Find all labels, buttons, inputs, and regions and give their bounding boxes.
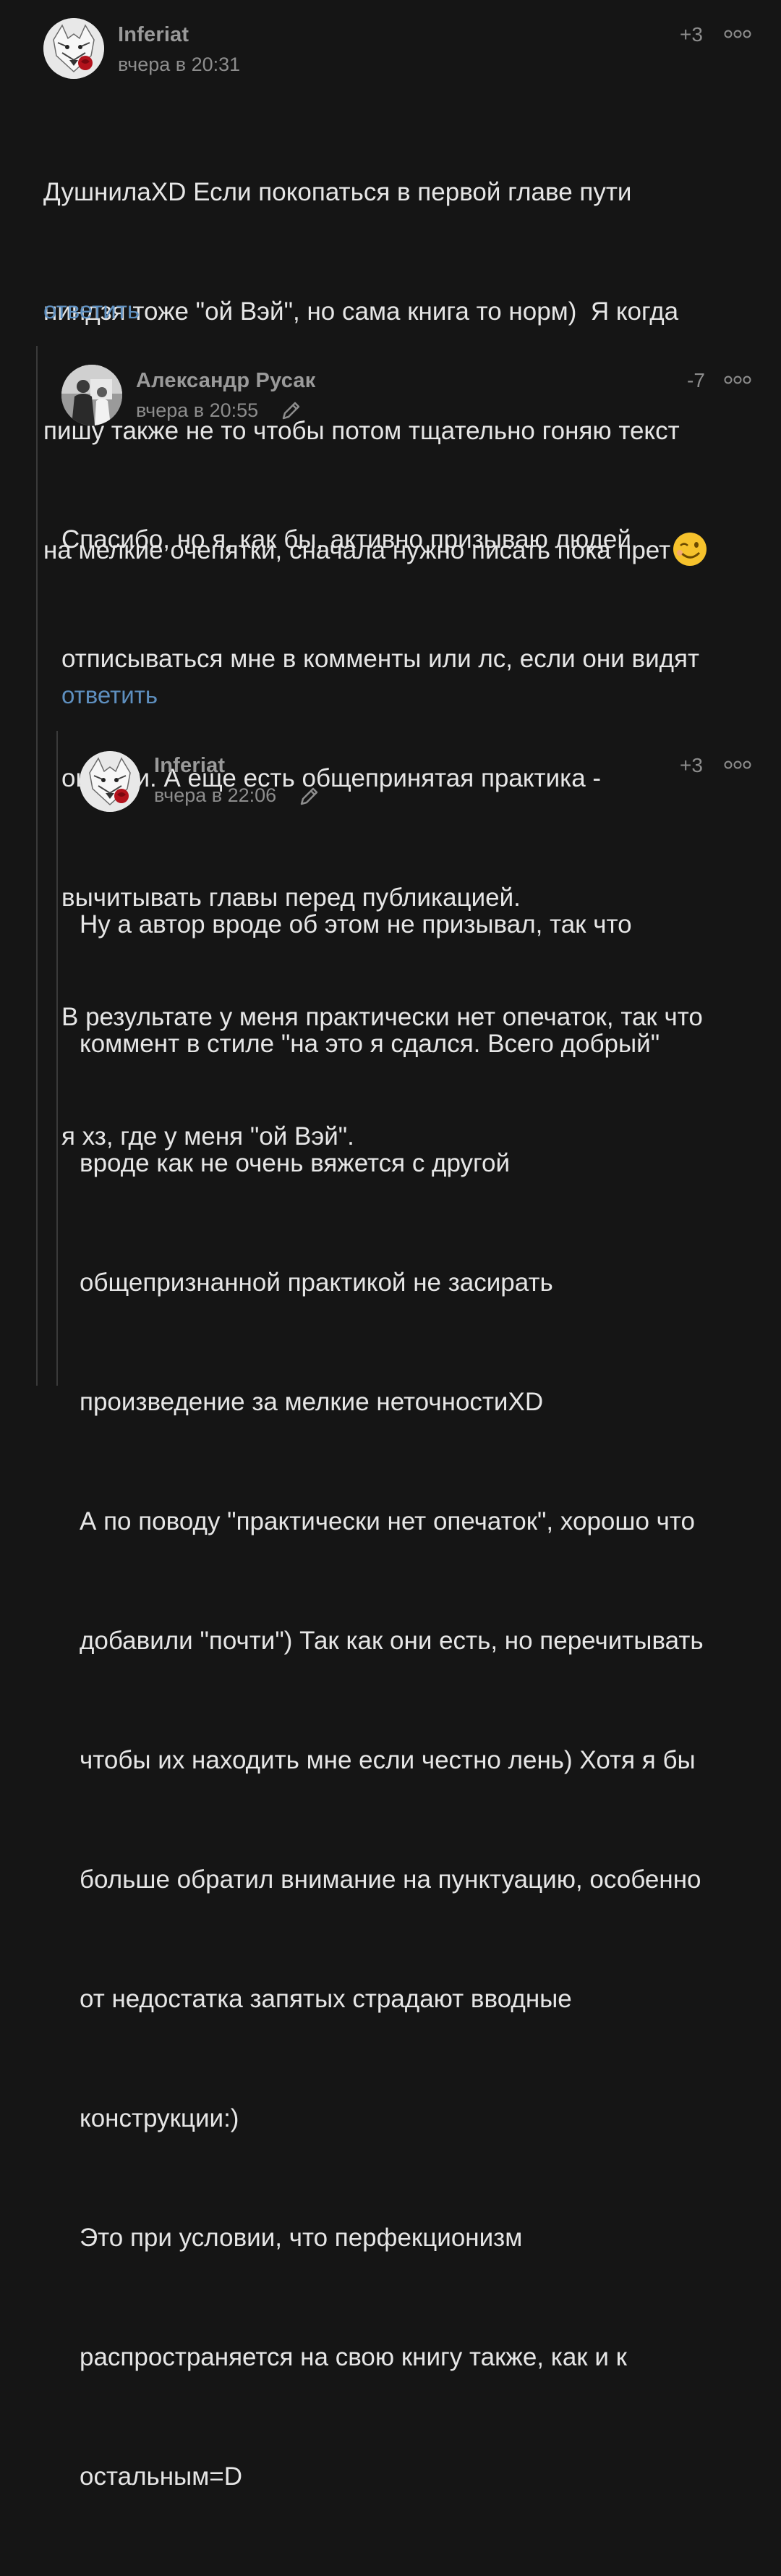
photo-avatar-icon[interactable] (61, 365, 122, 425)
comment-line: отписываться мне в комменты или лс, если… (61, 645, 700, 673)
author-name[interactable]: Inferiat (118, 23, 189, 47)
comment-line: конструкции:) (80, 2104, 239, 2132)
comment: Александр Русак вчера в 20:55 -7 Спасибо… (0, 346, 781, 1151)
more-options-icon[interactable] (723, 29, 752, 39)
comment-line: чтобы их находить мне если честно лень) … (80, 1746, 696, 1774)
more-options-icon[interactable] (723, 375, 752, 385)
comment-line: распространяется на свою книгу также, ка… (80, 2343, 627, 2371)
comment-line: Это при условии, что перфекционизм (80, 2224, 523, 2252)
comment-timestamp[interactable]: вчера в 20:55 (136, 399, 258, 422)
comment-line: произведение за мелкие неточностиXD (80, 1388, 544, 1416)
comment-timestamp[interactable]: вчера в 22:06 (154, 784, 276, 807)
comment-body: Ну а автор вроде об этом не призывал, та… (80, 825, 774, 2576)
comment-rating: +3 (680, 754, 703, 776)
comment-line: ДушнилаXD Если покопаться в первой главе… (43, 178, 632, 206)
comment: Inferiat вчера в 20:31 +3 ДушнилаXD Если… (0, 0, 781, 566)
comment-line: остальным=D (80, 2462, 242, 2491)
comment-line: больше обратил внимание на пунктуацию, о… (80, 1865, 701, 1894)
comment-line: Спасибо, но я, как бы, активно призываю … (61, 525, 631, 554)
comment-line: Ну а автор вроде об этом не призывал, та… (80, 910, 632, 939)
more-options-icon[interactable] (723, 760, 752, 770)
comment-line: А по поводу "практически нет опечаток", … (80, 1507, 695, 1535)
comment-line: общепризнанной практикой не засирать (80, 1268, 553, 1297)
comment-rating: +3 (680, 23, 703, 46)
wolf-rose-avatar-icon[interactable] (80, 751, 140, 812)
comment-line: добавили "почти") Так как они есть, но п… (80, 1627, 704, 1655)
comment-line: ниндзя тоже "ой Вэй", но сама книга то н… (43, 297, 679, 326)
author-name[interactable]: Inferiat (154, 754, 225, 778)
comment-line: коммент в стиле "на это я сдался. Всего … (80, 1030, 660, 1058)
comment-line: вроде как не очень вяжется с другой (80, 1149, 511, 1177)
pencil-icon (300, 787, 318, 805)
comment: Inferiat вчера в 22:06 +3 Ну а автор вро… (0, 731, 781, 2491)
reply-link[interactable]: ответить (43, 297, 140, 324)
pencil-icon (282, 402, 300, 420)
wolf-rose-avatar-icon[interactable] (43, 18, 104, 79)
comment-timestamp[interactable]: вчера в 20:31 (118, 54, 240, 76)
author-name[interactable]: Александр Русак (136, 369, 315, 393)
comment-line: от недостатка запятых страдают вводные (80, 1985, 572, 2013)
comment-rating: -7 (687, 369, 705, 391)
reply-link[interactable]: ответить (61, 682, 158, 709)
